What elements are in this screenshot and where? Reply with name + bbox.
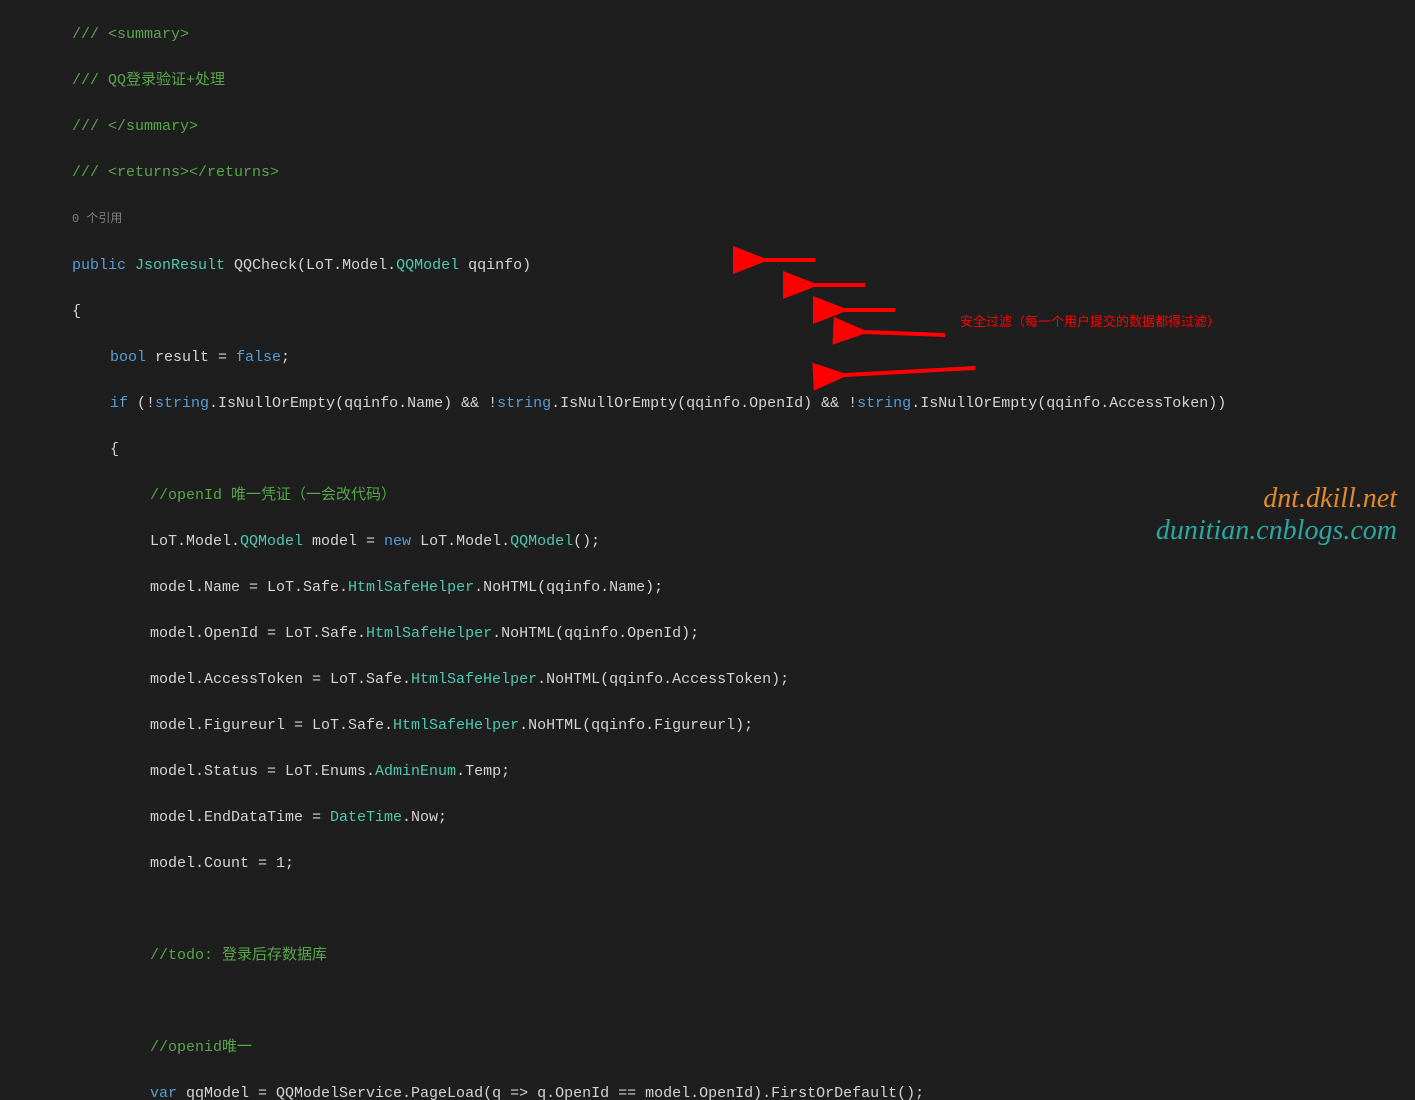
xml-doc-comment: /// <summary> <box>72 26 189 43</box>
code-text: .NoHTML(qqinfo.Figureurl); <box>519 717 753 734</box>
keyword: false <box>236 349 281 366</box>
codelens-references[interactable]: 0 个引用 <box>72 212 122 226</box>
xml-doc-comment: /// <returns></returns> <box>72 164 279 181</box>
code-line: /// <returns></returns> <box>0 161 1415 184</box>
watermark-line-1: dnt.dkill.net <box>1263 487 1397 510</box>
keyword: string <box>857 395 911 412</box>
keyword: var <box>150 1085 177 1100</box>
annotation-text: 安全过滤（每一个用户提交的数据都得过滤） <box>960 310 1220 333</box>
code-text: .Temp; <box>456 763 510 780</box>
code-text: .IsNullOrEmpty(qqinfo.OpenId) && ! <box>551 395 857 412</box>
keyword: string <box>155 395 209 412</box>
comment: //openId 唯一凭证（一会改代码） <box>150 487 396 504</box>
code-editor[interactable]: /// <summary> /// QQ登录验证+处理 /// </summar… <box>0 0 1415 1100</box>
code-text: .IsNullOrEmpty(qqinfo.Name) && ! <box>209 395 497 412</box>
code-line: model.Figureurl = LoT.Safe.HtmlSafeHelpe… <box>0 714 1415 737</box>
code-line: public JsonResult QQCheck(LoT.Model.QQMo… <box>0 254 1415 277</box>
keyword: bool <box>110 349 146 366</box>
code-line: //todo: 登录后存数据库 <box>0 944 1415 967</box>
type: HtmlSafeHelper <box>348 579 474 596</box>
code-text: model.Name = LoT.Safe. <box>150 579 348 596</box>
code-text: (! <box>128 395 155 412</box>
brace: { <box>110 441 119 458</box>
comment: //openid唯一 <box>150 1039 252 1056</box>
code-line: /// <summary> <box>0 23 1415 46</box>
code-line: model.Count = 1; <box>0 852 1415 875</box>
code-text: qqinfo) <box>459 257 531 274</box>
code-line: model.AccessToken = LoT.Safe.HtmlSafeHel… <box>0 668 1415 691</box>
code-text: .NoHTML(qqinfo.AccessToken); <box>537 671 789 688</box>
brace: { <box>72 303 81 320</box>
keyword: string <box>497 395 551 412</box>
code-line: /// </summary> <box>0 115 1415 138</box>
code-line <box>0 990 1415 1013</box>
code-text: .NoHTML(qqinfo.OpenId); <box>492 625 699 642</box>
code-line: model.OpenId = LoT.Safe.HtmlSafeHelper.N… <box>0 622 1415 645</box>
code-line: model.Name = LoT.Safe.HtmlSafeHelper.NoH… <box>0 576 1415 599</box>
type: HtmlSafeHelper <box>366 625 492 642</box>
keyword: if <box>110 395 128 412</box>
code-line <box>0 898 1415 921</box>
code-text: LoT.Model. <box>150 533 240 550</box>
code-line: //openid唯一 <box>0 1036 1415 1059</box>
code-text: model.Status = LoT.Enums. <box>150 763 375 780</box>
code-text: model.EndDataTime = <box>150 809 330 826</box>
xml-doc-comment: /// QQ登录验证+处理 <box>72 72 225 89</box>
type: QQModel <box>240 533 303 550</box>
code-line: /// QQ登录验证+处理 <box>0 69 1415 92</box>
code-text: .IsNullOrEmpty(qqinfo.AccessToken)) <box>911 395 1226 412</box>
code-text: qqModel = QQModelService.PageLoad(q => q… <box>177 1085 924 1100</box>
code-line: //openId 唯一凭证（一会改代码） <box>0 484 1415 507</box>
code-line: model.EndDataTime = DateTime.Now; <box>0 806 1415 829</box>
type: HtmlSafeHelper <box>393 717 519 734</box>
watermark-line-2: dunitian.cnblogs.com <box>1156 519 1397 542</box>
code-text: model.Count = 1; <box>150 855 294 872</box>
comment: //todo: 登录后存数据库 <box>150 947 327 964</box>
code-line: { <box>0 438 1415 461</box>
code-text: result = <box>146 349 236 366</box>
type: QQModel <box>510 533 573 550</box>
keyword: new <box>384 533 411 550</box>
xml-doc-comment: /// </summary> <box>72 118 198 135</box>
type: AdminEnum <box>375 763 456 780</box>
code-text: model.OpenId = LoT.Safe. <box>150 625 366 642</box>
code-text: LoT.Model. <box>411 533 510 550</box>
code-line: bool result = false; <box>0 346 1415 369</box>
type: QQModel <box>396 257 459 274</box>
type: DateTime <box>330 809 402 826</box>
code-line: if (!string.IsNullOrEmpty(qqinfo.Name) &… <box>0 392 1415 415</box>
code-text: model.AccessToken = LoT.Safe. <box>150 671 411 688</box>
code-text: ; <box>281 349 290 366</box>
code-line: var qqModel = QQModelService.PageLoad(q … <box>0 1082 1415 1100</box>
code-text: model.Figureurl = LoT.Safe. <box>150 717 393 734</box>
code-text: (); <box>573 533 600 550</box>
type: HtmlSafeHelper <box>411 671 537 688</box>
code-text: QQCheck(LoT.Model. <box>225 257 396 274</box>
code-text: .Now; <box>402 809 447 826</box>
code-line: model.Status = LoT.Enums.AdminEnum.Temp; <box>0 760 1415 783</box>
code-text: model = <box>303 533 384 550</box>
type: JsonResult <box>135 257 225 274</box>
code-line: 0 个引用 <box>0 207 1415 231</box>
keyword: public <box>72 257 126 274</box>
code-text: .NoHTML(qqinfo.Name); <box>474 579 663 596</box>
